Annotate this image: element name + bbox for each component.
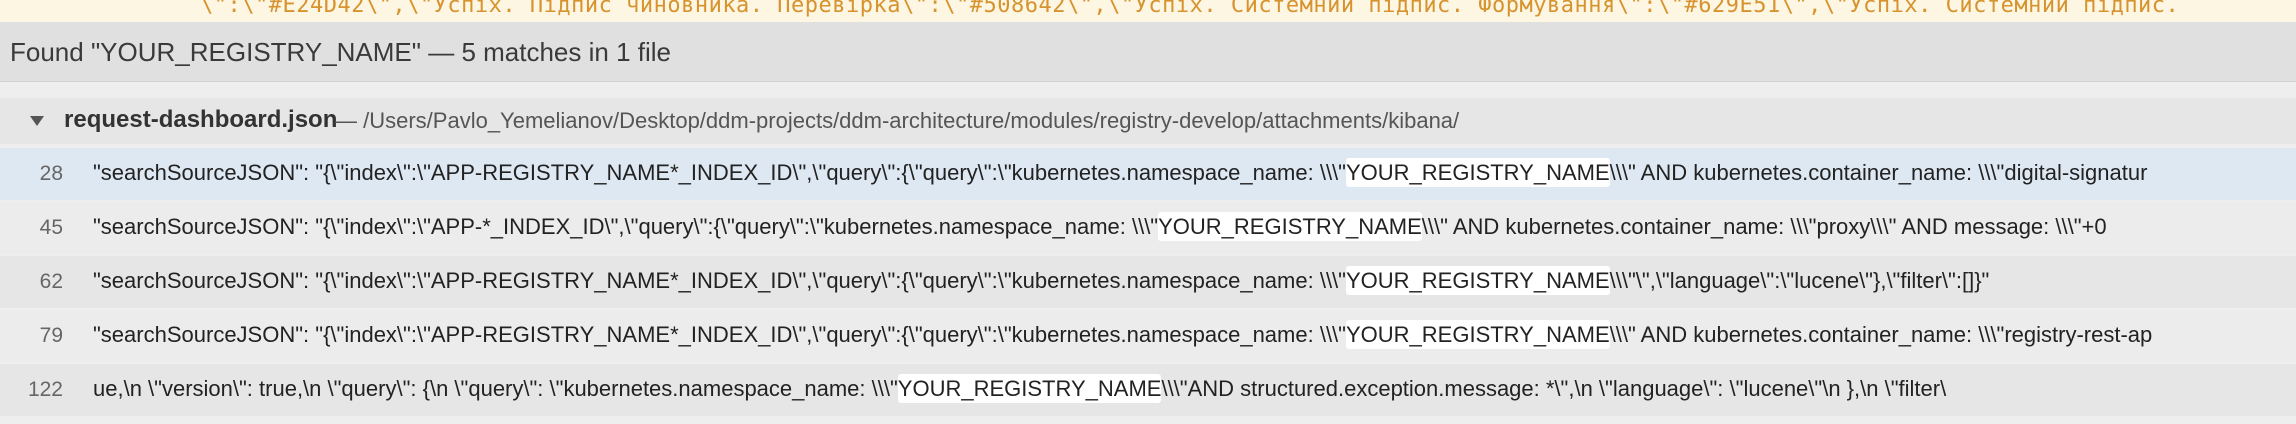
- match-row[interactable]: 79 "searchSourceJSON": "{\"index\":\"APP…: [0, 310, 2296, 362]
- line-number: 79: [39, 324, 63, 347]
- match-highlight: YOUR_REGISTRY_NAME: [1345, 320, 1610, 349]
- find-results-title: Found "YOUR_REGISTRY_NAME" — 5 matches i…: [10, 37, 671, 67]
- line-number: 45: [39, 216, 63, 239]
- match-row[interactable]: 62 "searchSourceJSON": "{\"index\":\"APP…: [0, 256, 2296, 308]
- match-context-before: "searchSourceJSON": "{\"index\":\"APP-*_…: [93, 214, 1159, 239]
- match-context-before: ue,\n \"version\": true,\n \"query\": {\…: [93, 376, 898, 401]
- match-context-before: "searchSourceJSON": "{\"index\":\"APP-RE…: [93, 322, 1346, 347]
- file-name: request-dashboard.json: [64, 106, 338, 133]
- match-row[interactable]: 122 ue,\n \"version\": true,\n \"query\"…: [0, 364, 2296, 416]
- match-line-text: ue,\n \"version\": true,\n \"query\": {\…: [93, 374, 1947, 403]
- match-context-before: "searchSourceJSON": "{\"index\":\"APP-RE…: [93, 160, 1346, 185]
- match-context-after: \\\" AND kubernetes.container_name: \\\"…: [1421, 214, 2107, 239]
- triangle-down-icon[interactable]: [30, 116, 44, 126]
- line-number: 62: [39, 270, 63, 293]
- match-line-text: "searchSourceJSON": "{\"index\":\"APP-RE…: [93, 320, 2153, 349]
- editor-strip: \":\"#E24D42\",\"Успіх. Підпис чиновника…: [0, 0, 2296, 22]
- file-path: — /Users/Pavlo_Yemelianov/Desktop/ddm-pr…: [335, 108, 1460, 133]
- match-highlight: YOUR_REGISTRY_NAME: [1158, 212, 1422, 241]
- match-line-text: "searchSourceJSON": "{\"index\":\"APP-RE…: [93, 158, 2148, 187]
- match-context-after: \\\"AND structured.exception.message: *\…: [1161, 376, 1947, 401]
- match-context-before: "searchSourceJSON": "{\"index\":\"APP-RE…: [93, 268, 1346, 293]
- file-result-row[interactable]: request-dashboard.json — /Users/Pavlo_Ye…: [0, 98, 2296, 144]
- line-number: 28: [39, 162, 63, 185]
- match-line-text: "searchSourceJSON": "{\"index\":\"APP-RE…: [93, 266, 1990, 295]
- match-row[interactable]: 28 "searchSourceJSON": "{\"index\":\"APP…: [0, 148, 2296, 200]
- match-line-text: "searchSourceJSON": "{\"index\":\"APP-*_…: [93, 212, 2107, 241]
- find-results-header: Found "YOUR_REGISTRY_NAME" — 5 matches i…: [0, 22, 2296, 82]
- match-context-after: \\\"\",\"language\":\"lucene\"},\"filter…: [1609, 268, 1990, 293]
- match-highlight: YOUR_REGISTRY_NAME: [1345, 158, 1610, 187]
- editor-partial-line: \":\"#E24D42\",\"Успіх. Підпис чиновника…: [200, 0, 2180, 18]
- match-context-after: \\\" AND kubernetes.container_name: \\\"…: [1609, 160, 2148, 185]
- match-highlight: YOUR_REGISTRY_NAME: [1345, 266, 1610, 295]
- match-context-after: \\\" AND kubernetes.container_name: \\\"…: [1609, 322, 2153, 347]
- match-row[interactable]: 45 "searchSourceJSON": "{\"index\":\"APP…: [0, 202, 2296, 254]
- find-results-panel: Found "YOUR_REGISTRY_NAME" — 5 matches i…: [0, 22, 2296, 424]
- line-number: 122: [27, 378, 63, 401]
- match-highlight: YOUR_REGISTRY_NAME: [897, 374, 1162, 403]
